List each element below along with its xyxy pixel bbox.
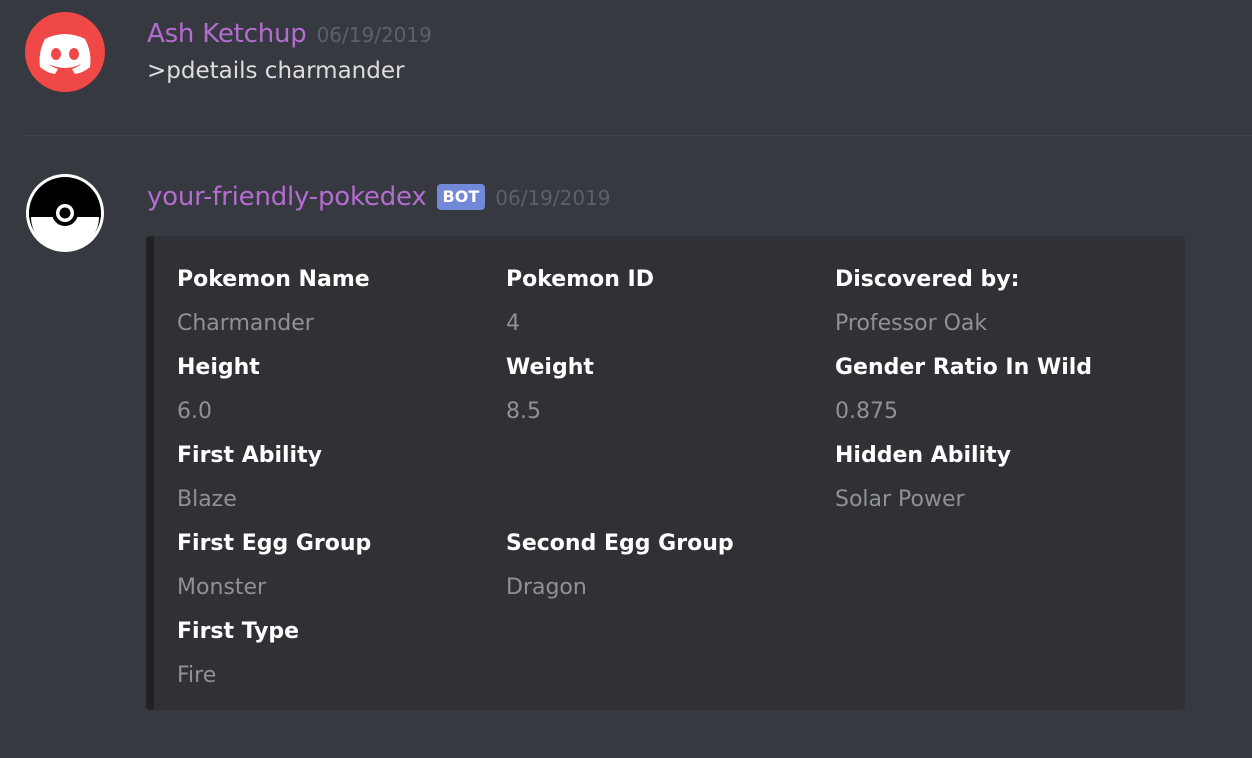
field-name: Weight [506, 355, 594, 380]
field-name: Pokemon Name [177, 267, 370, 292]
bot-username[interactable]: your-friendly-pokedex [147, 182, 427, 212]
message-content: >pdetails charmander [147, 58, 405, 84]
field-value: 8.5 [506, 399, 541, 424]
field-name: Second Egg Group [506, 531, 734, 556]
field-value: 6.0 [177, 399, 212, 424]
embed-field: First Egg Group Monster [177, 529, 497, 603]
embed-field: Gender Ratio In Wild 0.875 [835, 353, 1155, 427]
username[interactable]: Ash Ketchup [147, 19, 307, 49]
field-value: Solar Power [835, 487, 965, 512]
field-value: Monster [177, 575, 267, 600]
field-value: Fire [177, 663, 217, 688]
timestamp: 06/19/2019 [316, 23, 432, 47]
user-avatar[interactable] [25, 12, 105, 92]
field-value: Blaze [177, 487, 237, 512]
bot-avatar[interactable] [25, 173, 105, 253]
bot-tag-badge: BOT [436, 184, 486, 210]
bot-message-header: your-friendly-pokedex BOT 06/19/2019 [147, 177, 611, 217]
field-name: Gender Ratio In Wild [835, 355, 1093, 380]
embed-field: First Type Fire [177, 617, 497, 691]
field-value: Professor Oak [835, 311, 988, 336]
user-message: Ash Ketchup 06/19/2019 >pdetails charman… [0, 0, 1252, 135]
discord-logo-icon [39, 34, 91, 74]
embed-field: Height 6.0 [177, 353, 497, 427]
embed-field: Discovered by: Professor Oak [835, 265, 1155, 339]
embed-field: Pokemon Name Charmander [177, 265, 497, 339]
user-message-header: Ash Ketchup 06/19/2019 [147, 14, 432, 54]
pokemon-details-embed: Pokemon Name Charmander Pokemon ID 4 Dis… [146, 236, 1185, 710]
embed-field: Hidden Ability Solar Power [835, 441, 1155, 515]
field-name: First Egg Group [177, 531, 372, 556]
field-value: Charmander [177, 311, 314, 336]
field-name: Hidden Ability [835, 443, 1011, 468]
field-value: Dragon [506, 575, 587, 600]
field-name: Discovered by: [835, 267, 1020, 292]
embed-field: Second Egg Group Dragon [506, 529, 826, 603]
field-name: First Type [177, 619, 300, 644]
message-divider [26, 135, 1252, 136]
embed-field: Pokemon ID 4 [506, 265, 826, 339]
embed-field: First Ability Blaze [177, 441, 497, 515]
field-value: 0.875 [835, 399, 898, 424]
bot-message: your-friendly-pokedex BOT 06/19/2019 Pok… [0, 137, 1252, 758]
field-value: 4 [506, 311, 520, 336]
field-name: Height [177, 355, 260, 380]
embed-field: Weight 8.5 [506, 353, 826, 427]
field-name: Pokemon ID [506, 267, 655, 292]
timestamp: 06/19/2019 [495, 186, 611, 210]
field-name: First Ability [177, 443, 322, 468]
pokeball-icon [26, 174, 104, 252]
